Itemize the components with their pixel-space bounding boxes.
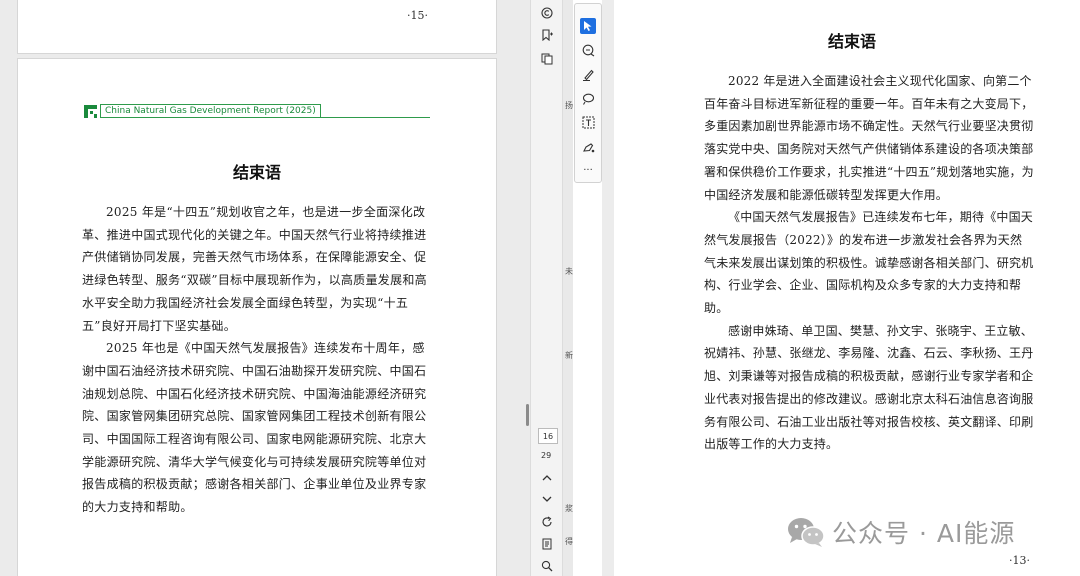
highlight-pen-icon[interactable] (580, 66, 596, 82)
shape-icon[interactable] (580, 90, 596, 106)
peek-text: 扬 (565, 101, 573, 110)
page-number: ·15· (407, 9, 428, 22)
watermark: 公众号 · AI能源 (786, 512, 1048, 550)
paragraph: 2025 年也是《中国天然气发展报告》连续发布十周年，感谢中国石油经济技术研究院… (82, 341, 427, 515)
rotate-icon[interactable] (539, 514, 555, 530)
page-toolbar: 16 29 (530, 0, 563, 576)
page-heading: 结束语 (233, 163, 282, 182)
previous-page: ·15· (17, 0, 497, 54)
cursor-select-icon[interactable] (580, 18, 596, 34)
stamp-icon[interactable] (580, 138, 596, 154)
gutter (602, 0, 614, 576)
right-document-page: 结束语 2022 年是进入全面建设社会主义现代化国家、向第二个百年奋斗目标进军新… (614, 0, 1080, 576)
annotation-toolbar: ··· (574, 3, 602, 183)
page-heading: 结束语 (828, 32, 877, 51)
zoom-icon[interactable] (539, 558, 555, 574)
paragraph: 感谢申姝琦、单卫国、樊慧、孙文宇、张晓宇、王立敏、祝婧祎、孙慧、张继龙、李易隆、… (704, 323, 1034, 452)
comment-icon[interactable] (580, 42, 596, 58)
page-export-icon[interactable] (539, 536, 555, 552)
report-logo-icon (84, 105, 97, 118)
report-header: China Natural Gas Development Report (20… (84, 104, 430, 118)
chevron-down-icon[interactable] (539, 491, 555, 507)
watermark-text: 公众号 · AI能源 (832, 519, 1016, 548)
gutter (563, 0, 573, 576)
current-page: China Natural Gas Development Report (20… (17, 58, 497, 576)
report-title: China Natural Gas Development Report (20… (100, 104, 321, 117)
page-body: 2022 年是进入全面建设社会主义现代化国家、向第二个百年奋斗目标进军新征程的重… (704, 70, 1034, 456)
peek-text: 未 (565, 267, 573, 276)
current-page-input[interactable]: 16 (538, 428, 558, 444)
header-rule (100, 117, 430, 118)
bookmark-icon[interactable] (539, 27, 555, 43)
peek-text: 新 (565, 351, 573, 360)
copy-pages-icon[interactable] (539, 51, 555, 67)
pane-splitter-handle[interactable] (526, 404, 529, 426)
wechat-logo-icon (788, 518, 825, 547)
paragraph: 2022 年是进入全面建设社会主义现代化国家、向第二个百年奋斗目标进军新征程的重… (704, 74, 1034, 202)
copyright-icon[interactable] (539, 5, 555, 21)
more-tools-icon[interactable]: ··· (580, 162, 596, 178)
text-box-icon[interactable] (580, 114, 596, 130)
paragraph: 《中国天然气发展报告》已连续发布七年，期待《中国天然气发展报告（2022）》的发… (704, 210, 1034, 316)
peek-text: 浆 (565, 504, 573, 513)
chevron-up-icon[interactable] (539, 470, 555, 486)
page-number: ·13· (1009, 554, 1030, 567)
peek-text: 得 (565, 537, 573, 546)
paragraph: 2025 年是“十四五”规划收官之年，也是进一步全面深化改革、推进中国式现代化的… (82, 205, 427, 333)
page-body: 2025 年是“十四五”规划收官之年，也是进一步全面深化改革、推进中国式现代化的… (82, 201, 434, 519)
left-document-viewer[interactable]: ·15· China Natural Gas Development Repor… (0, 0, 530, 576)
total-pages-label: 29 (541, 451, 552, 460)
